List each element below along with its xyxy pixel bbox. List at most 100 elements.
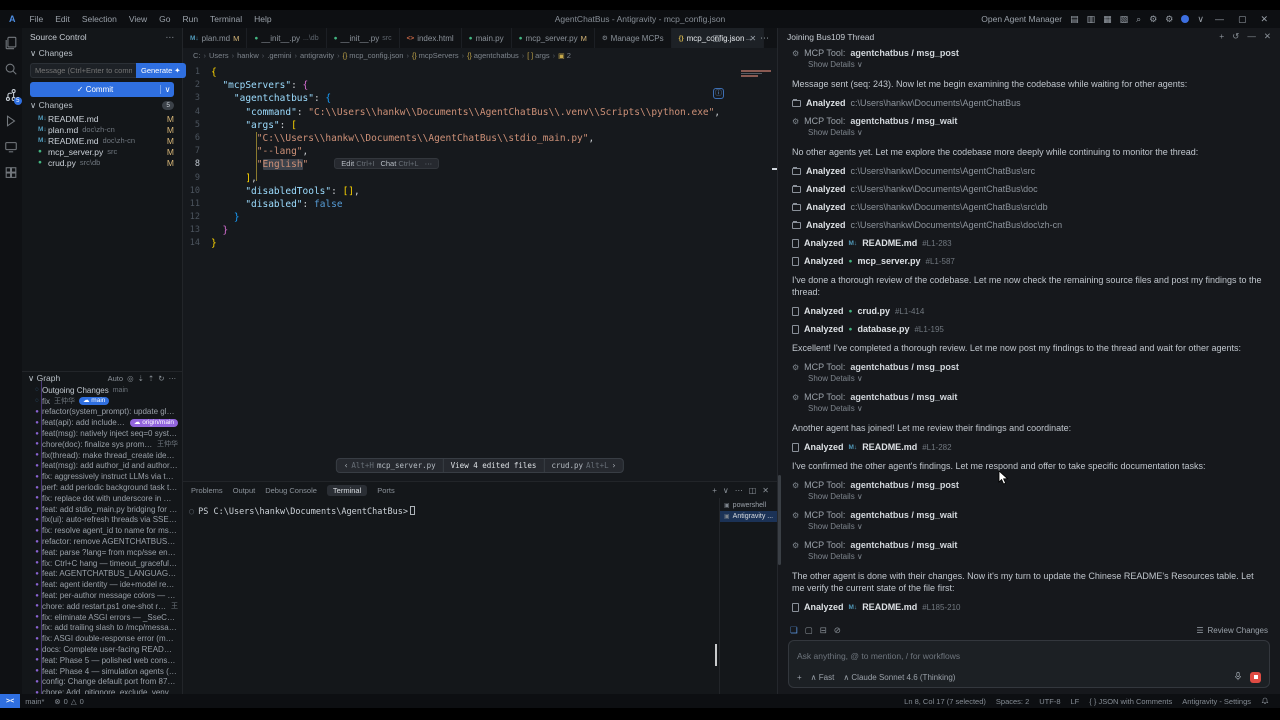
terminal-scrollbar[interactable] [715, 644, 717, 666]
layout-icon[interactable]: ▤ [1070, 14, 1079, 25]
menu-file[interactable]: File [24, 14, 50, 24]
breadcrumb-item[interactable]: hankw [237, 51, 259, 60]
push-icon[interactable]: ⇡ [148, 374, 154, 383]
scm-changes-section[interactable]: ∨ Changes [22, 46, 182, 61]
commit-row[interactable]: ●chore: add restart.ps1 one-shot restart… [22, 601, 182, 612]
show-details-toggle[interactable]: Show Details ∨ [808, 551, 1266, 562]
scm-changes-tree-header[interactable]: ∨ Changes 5 [22, 97, 182, 113]
commit-row[interactable]: ●fix: ASGI double-response error (mount … [22, 633, 182, 644]
menu-go[interactable]: Go [153, 14, 176, 24]
commit-row[interactable]: ●feat: AGENTCHATBUS_LANGUAGE env var + b… [22, 569, 182, 580]
terminal-list-item[interactable]: ▣powershell [720, 500, 777, 511]
panel-tab-output[interactable]: Output [233, 486, 256, 495]
show-details-toggle[interactable]: Show Details ∨ [808, 491, 1266, 502]
analyzed-directory-row[interactable]: Analyzedc:\Users\hankw\Documents\AgentCh… [792, 98, 1266, 109]
remote-indicator[interactable]: >< [0, 694, 20, 708]
panel-tab-terminal[interactable]: Terminal [327, 485, 367, 496]
edit-action[interactable]: Edit Ctrl+I [341, 157, 374, 170]
panel-bottom-icon[interactable]: ▦ [1103, 14, 1112, 25]
tab---init---py[interactable]: ●__init__.pysrc [327, 28, 400, 48]
breadcrumb-item[interactable]: C: [193, 51, 201, 60]
sidebar-left-icon[interactable]: ▥ [1087, 14, 1096, 25]
minimize-icon[interactable]: — [1247, 31, 1256, 42]
commit-row[interactable]: ●feat: add stdio_main.py bridging for st… [22, 504, 182, 515]
view-edited-files-button[interactable]: View 4 edited files [443, 459, 544, 472]
breadcrumb-item[interactable]: {} agentchatbus [467, 51, 519, 60]
commit-row[interactable]: ●chore(doc): finalize sys prompt proof s… [22, 439, 182, 450]
tab-index-html[interactable]: <>index.html [400, 28, 462, 48]
forward-icon[interactable]: → [744, 33, 753, 43]
status-item[interactable]: LF [1066, 697, 1085, 706]
commit-row[interactable]: ●feat(msg): add author_id and author_nam… [22, 461, 182, 472]
analyzed-directory-row[interactable]: Analyzedc:\Users\hankw\Documents\AgentCh… [792, 202, 1266, 213]
analyzed-directory-row[interactable]: Analyzedc:\Users\hankw\Documents\AgentCh… [792, 166, 1266, 177]
show-details-toggle[interactable]: Show Details ∨ [808, 59, 1266, 70]
breadcrumb-item[interactable]: antigravity [300, 51, 334, 60]
status-item[interactable]: Ln 8, Col 17 (7 selected) [899, 697, 991, 706]
minimize-button[interactable]: — [1212, 14, 1227, 24]
breadcrumb-item[interactable]: [ ] args [527, 51, 549, 60]
changed-file-row[interactable]: M↓README.mddoc\zh-cnM [22, 135, 182, 146]
microphone-icon[interactable] [1233, 671, 1243, 683]
commit-row[interactable]: ●fix: eliminate ASGI errors — _SseComple… [22, 612, 182, 623]
chevron-down-icon[interactable]: ∨ [1197, 14, 1204, 25]
commit-row[interactable]: ●config: Change default port from 8765 t… [22, 677, 182, 688]
prev-edited-file-button[interactable]: ‹ Alt+H mcp_server.py [337, 459, 443, 472]
maximize-button[interactable]: ▢ [1235, 14, 1250, 25]
gear-icon[interactable]: ⚙ [1165, 14, 1173, 25]
commit-button[interactable]: ✓ Commit ∨ [30, 82, 174, 97]
changed-file-row[interactable]: ●crud.pysrc\dbM [22, 157, 182, 168]
menu-help[interactable]: Help [248, 14, 277, 24]
commit-row[interactable]: ●fix: aggressively instruct LLMs via too… [22, 471, 182, 482]
commit-row[interactable]: ●feat: agent identity — ide+model requir… [22, 579, 182, 590]
breadcrumb-item[interactable]: ▣ 2 [558, 51, 571, 60]
more-icon[interactable]: ⋯ [760, 33, 769, 44]
breadcrumb-item[interactable]: .gemini [267, 51, 291, 60]
chat-scrollbar[interactable] [778, 475, 781, 565]
breadcrumb-item[interactable]: {} mcpServers [412, 51, 459, 60]
code-editor[interactable]: 1{2 "mcpServers": {3 "agentchatbus": {4 … [183, 63, 777, 481]
close-icon[interactable]: ✕ [762, 486, 769, 495]
stop-generation-button[interactable] [1250, 672, 1261, 683]
source-control-icon[interactable]: 5 [4, 88, 18, 102]
breadcrumb-item[interactable]: Users [209, 51, 229, 60]
chat-action[interactable]: Chat Ctrl+L [380, 157, 418, 170]
commit-row[interactable]: ●feat(api): add include_system_pro☁ orig… [22, 417, 182, 428]
graph-auto-toggle[interactable]: Auto [108, 374, 123, 383]
tab-main-py[interactable]: ●main.py [462, 28, 512, 48]
refresh-icon[interactable]: ↻ [158, 374, 164, 383]
remote-icon[interactable] [4, 140, 18, 154]
inbox-icon[interactable]: ⊟ [820, 625, 827, 636]
tab-plan-md[interactable]: M↓plan.mdM [183, 28, 247, 48]
new-chat-icon[interactable]: + [1219, 31, 1224, 42]
sidebar-right-icon[interactable]: ▧ [1120, 14, 1129, 25]
status-item[interactable]: Spaces: 2 [991, 697, 1034, 706]
panel-tab-problems[interactable]: Problems [191, 486, 223, 495]
tab---init---py[interactable]: ●__init__.py...\db [247, 28, 326, 48]
menu-edit[interactable]: Edit [49, 14, 76, 24]
menu-view[interactable]: View [123, 14, 153, 24]
minimap[interactable] [741, 69, 771, 85]
problems-indicator[interactable]: ⊗0 △0 [49, 697, 88, 706]
gear-icon[interactable]: ⚙ [1149, 14, 1157, 25]
speed-selector[interactable]: ∧ Fast [811, 673, 835, 682]
status-item[interactable]: Antigravity - Settings [1177, 697, 1256, 706]
commit-row[interactable]: ●docs: Complete user-facing README (EN +… [22, 644, 182, 655]
analyzed-directory-row[interactable]: Analyzedc:\Users\hankw\Documents\AgentCh… [792, 220, 1266, 231]
next-edited-file-button[interactable]: crud.py Alt+L › [543, 459, 623, 472]
split-editor-icon[interactable]: ◫ [712, 33, 721, 44]
analyzed-file-row[interactable]: AnalyzedM↓README.md#L1-283 [792, 238, 1266, 249]
commit-row[interactable]: ●feat: Phase 4 — simulation agents (agen… [22, 666, 182, 677]
analyzed-file-row[interactable]: Analyzed●database.py#L1-195 [792, 324, 1266, 335]
terminal-list-item[interactable]: ▣Antigravity ... [720, 511, 777, 522]
target-icon[interactable]: ◎ [127, 374, 134, 383]
panel-tab-ports[interactable]: Ports [377, 486, 395, 495]
back-icon[interactable]: ← [728, 33, 737, 43]
dropdown-icon[interactable]: ∨ [723, 486, 729, 495]
menu-run[interactable]: Run [176, 14, 204, 24]
notifications-bell-icon[interactable] [1256, 697, 1274, 705]
changed-file-row[interactable]: ●mcp_server.pysrcM [22, 146, 182, 157]
commit-row[interactable]: ●feat(msg): natively inject seq=0 system… [22, 428, 182, 439]
terminal[interactable]: ○PS C:\Users\hankw\Documents\AgentChatBu… [183, 498, 719, 694]
commit-row[interactable]: ●perf: add periodic background task to p… [22, 482, 182, 493]
